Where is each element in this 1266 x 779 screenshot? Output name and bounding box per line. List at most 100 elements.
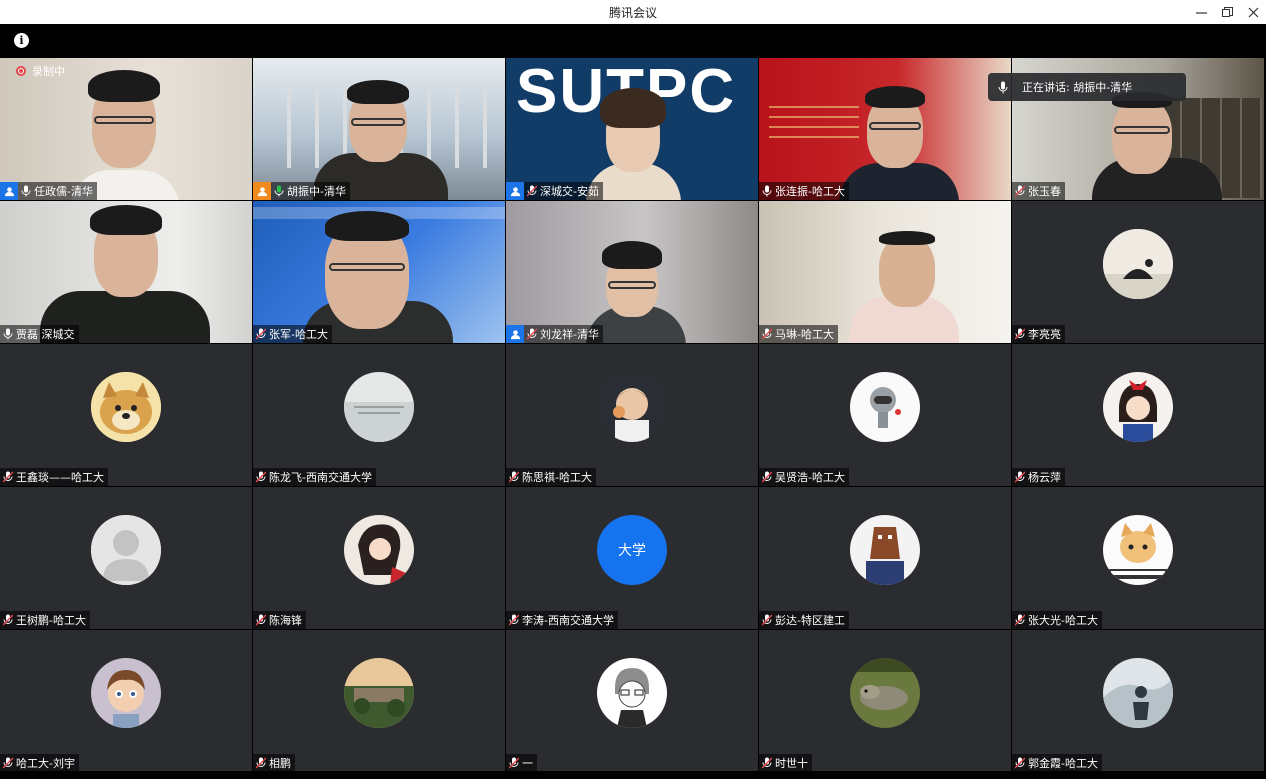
microphone-muted-icon: [3, 757, 13, 769]
microphone-muted-icon: [509, 757, 519, 769]
video-feed: [759, 201, 1011, 343]
participant-tile[interactable]: 陈海锋: [253, 487, 505, 629]
speaking-label: 正在讲话: 胡振中-清华: [1022, 81, 1133, 94]
participant-namebar: 刘龙祥-清华: [506, 325, 603, 343]
participant-tile[interactable]: 一: [506, 630, 758, 772]
restore-button[interactable]: [1214, 0, 1240, 24]
video-feed: [0, 58, 252, 200]
microphone-icon: [3, 328, 13, 340]
host-icon: [506, 325, 524, 343]
participant-name: 马琳-哈工大: [775, 328, 834, 341]
participant-name: 王鑫琰——哈工大: [16, 471, 104, 484]
video-feed: [253, 201, 505, 343]
participant-tile[interactable]: 陈龙飞-西南交通大学: [253, 344, 505, 486]
participant-name: 吴贤浩-哈工大: [775, 471, 845, 484]
participant-tile[interactable]: 张连振-哈工大: [759, 58, 1011, 200]
minimize-icon: [1195, 11, 1207, 14]
participant-name: 相鹏: [269, 757, 291, 770]
close-button[interactable]: [1240, 0, 1266, 24]
microphone-muted-icon: [256, 471, 266, 483]
participant-tile[interactable]: 张军-哈工大: [253, 201, 505, 343]
window-title-bar: 腾讯会议: [0, 0, 1266, 24]
window-title: 腾讯会议: [608, 5, 657, 20]
participant-namebar: 相鹏: [253, 754, 295, 772]
participant-tile[interactable]: SUTPC 深城交-安茹: [506, 58, 758, 200]
microphone-muted-icon: [256, 328, 266, 340]
participant-name: 刘龙祥-清华: [540, 328, 599, 341]
microphone-icon: [21, 185, 31, 197]
microphone-muted-icon: [762, 614, 772, 626]
microphone-muted-icon: [3, 614, 13, 626]
host-icon: [506, 182, 524, 200]
participant-name: 陈海锋: [269, 614, 302, 627]
participant-tile[interactable]: 哈工大-刘宇: [0, 630, 252, 772]
microphone-muted-icon: [1015, 185, 1025, 197]
participant-namebar: 哈工大-刘宇: [0, 754, 79, 772]
participant-tile[interactable]: 刘龙祥-清华: [506, 201, 758, 343]
participant-avatar: [344, 515, 414, 585]
participant-tile[interactable]: 李亮亮: [1012, 201, 1264, 343]
participant-namebar: 李亮亮: [1012, 325, 1065, 343]
participant-namebar: 王鑫琰——哈工大: [0, 468, 108, 486]
participant-namebar: 张大光-哈工大: [1012, 611, 1102, 629]
meeting-toolbar: i: [0, 24, 1266, 58]
participant-tile[interactable]: 王鑫琰——哈工大: [0, 344, 252, 486]
participant-namebar: 彭达-特区建工: [759, 611, 849, 629]
participant-name: 李涛-西南交通大学: [522, 614, 614, 627]
participant-name: 一: [522, 757, 533, 770]
participant-namebar: 郭金霞-哈工大: [1012, 754, 1102, 772]
microphone-muted-icon: [509, 471, 519, 483]
participant-tile[interactable]: 胡振中-清华: [253, 58, 505, 200]
participant-tile[interactable]: 大学 李涛-西南交通大学: [506, 487, 758, 629]
participant-namebar: 张军-哈工大: [253, 325, 332, 343]
participant-name: 陈思祺-哈工大: [522, 471, 592, 484]
participant-namebar: 马琳-哈工大: [759, 325, 838, 343]
microphone-muted-icon: [3, 471, 13, 483]
participant-tile[interactable]: 相鹏: [253, 630, 505, 772]
microphone-muted-icon: [762, 328, 772, 340]
microphone-muted-icon: [509, 614, 519, 626]
participant-avatar: [1103, 515, 1173, 585]
participant-tile[interactable]: 时世十: [759, 630, 1011, 772]
microphone-muted-icon: [527, 185, 537, 197]
participant-avatar: [91, 372, 161, 442]
participant-avatar: [91, 515, 161, 585]
video-feed: [253, 58, 505, 200]
participant-avatar: [850, 372, 920, 442]
participant-tile[interactable]: 杨云萍: [1012, 344, 1264, 486]
participant-avatar: [1103, 229, 1173, 299]
participant-tile[interactable]: 贾磊 深城交: [0, 201, 252, 343]
participant-tile[interactable]: 王树鹏-哈工大: [0, 487, 252, 629]
participant-tile[interactable]: 陈思祺-哈工大: [506, 344, 758, 486]
bottom-edge: [0, 771, 1266, 779]
participant-avatar: [91, 658, 161, 728]
participant-namebar: 任政儒-清华: [0, 182, 97, 200]
participant-namebar: 杨云萍: [1012, 468, 1065, 486]
participant-avatar: [597, 658, 667, 728]
participant-tile[interactable]: 吴贤浩-哈工大: [759, 344, 1011, 486]
participant-avatar: [850, 515, 920, 585]
participant-namebar: 时世十: [759, 754, 812, 772]
info-icon[interactable]: i: [14, 33, 29, 48]
participant-namebar: 张玉春: [1012, 182, 1065, 200]
microphone-muted-icon: [256, 614, 266, 626]
participant-tile[interactable]: 张大光-哈工大: [1012, 487, 1264, 629]
recording-indicator: 录制中: [16, 63, 65, 79]
video-feed: [506, 201, 758, 343]
participant-name: 胡振中-清华: [287, 185, 346, 198]
participant-namebar: 吴贤浩-哈工大: [759, 468, 849, 486]
participant-tile[interactable]: 马琳-哈工大: [759, 201, 1011, 343]
participant-avatar: [1103, 658, 1173, 728]
microphone-muted-icon: [527, 328, 537, 340]
participant-name: 郭金霞-哈工大: [1028, 757, 1098, 770]
minimize-button[interactable]: [1188, 0, 1214, 24]
participant-namebar: 张连振-哈工大: [759, 182, 849, 200]
participant-namebar: 贾磊 深城交: [0, 325, 79, 343]
participant-namebar: 胡振中-清华: [253, 182, 350, 200]
participant-name: 哈工大-刘宇: [16, 757, 75, 770]
participant-name: 张大光-哈工大: [1028, 614, 1098, 627]
participant-tile[interactable]: 彭达-特区建工: [759, 487, 1011, 629]
participant-tile[interactable]: 录制中 任政儒-清华: [0, 58, 252, 200]
participant-avatar-text: 大学: [597, 515, 667, 585]
participant-tile[interactable]: 郭金霞-哈工大: [1012, 630, 1264, 772]
